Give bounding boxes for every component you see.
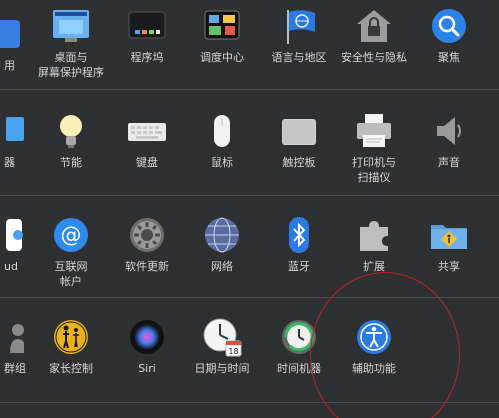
mouse-icon [202, 111, 242, 151]
pref-label: 时间机器 [277, 362, 321, 375]
pref-label: 安全性与隐私 [341, 51, 407, 64]
prefs-row-2: 器 节能 键盘 鼠标 触控板 打印机与 扫描仪 声音 [0, 97, 499, 187]
pref-bluetooth[interactable]: 蓝牙 [259, 215, 339, 274]
clock-calendar-icon: 18 [202, 317, 242, 357]
general-icon [0, 14, 24, 54]
pref-label: 键盘 [136, 156, 158, 169]
pref-mouse[interactable]: 鼠标 [182, 111, 262, 170]
pref-language-region[interactable]: 语言与地区 [259, 6, 339, 65]
puzzle-icon [354, 215, 394, 255]
globe-icon [202, 215, 242, 255]
pref-label: 程序坞 [130, 51, 164, 64]
pref-time-machine[interactable]: 时间机器 [259, 317, 339, 376]
pref-trackpad[interactable]: 触控板 [259, 111, 339, 170]
pref-label: 扩展 [363, 260, 385, 273]
pref-security-privacy[interactable]: 安全性与隐私 [334, 6, 414, 65]
pref-parental-controls[interactable]: 家长控制 [31, 317, 111, 376]
trackpad-icon [279, 111, 319, 151]
siri-icon [127, 317, 167, 357]
prefs-row-3: ud @ 互联网 帐户 软件更新 网络 蓝牙 扩展 共享 [0, 203, 499, 293]
printer-icon [354, 111, 394, 151]
pref-extensions[interactable]: 扩展 [334, 215, 414, 274]
house-lock-icon [354, 6, 394, 46]
gear-icon [127, 215, 167, 255]
pref-date-time[interactable]: 18 日期与时间 [182, 317, 262, 376]
pref-internet-accounts[interactable]: @ 互联网 帐户 [31, 215, 111, 289]
pref-siri[interactable]: Siri [107, 317, 187, 376]
pref-label: 软件更新 [125, 260, 169, 273]
pref-label: 共享 [438, 260, 460, 273]
pref-label: 日期与时间 [194, 362, 250, 375]
users-icon [0, 317, 24, 357]
row-divider [0, 195, 499, 196]
pref-label: 鼠标 [211, 156, 233, 169]
pref-label: 打印机与 扫描仪 [352, 156, 396, 184]
pref-mission-control[interactable]: 调度中心 [182, 6, 262, 65]
pref-accessibility[interactable]: 辅助功能 [334, 317, 414, 376]
pref-label: 聚焦 [438, 51, 460, 64]
pref-desktop-screensaver[interactable]: 桌面与 屏幕保护程序 [31, 6, 111, 80]
lightbulb-icon [51, 111, 91, 151]
row-divider [0, 402, 499, 403]
pref-label: 桌面与 屏幕保护程序 [38, 51, 104, 79]
pref-label: Siri [138, 362, 156, 375]
pref-label: 辅助功能 [352, 362, 396, 375]
accessibility-icon [354, 317, 394, 357]
pref-label: 声音 [438, 156, 460, 169]
at-sign-icon: @ [51, 215, 91, 255]
pref-energy-saver[interactable]: 节能 [31, 111, 111, 170]
flag-icon [279, 6, 319, 46]
pref-label: 调度中心 [200, 51, 244, 64]
speaker-icon [429, 111, 469, 151]
pref-dock[interactable]: 程序坞 [107, 6, 187, 65]
row-divider [0, 297, 499, 298]
pref-label: 蓝牙 [288, 260, 310, 273]
prefs-row-1: 用 桌面与 屏幕保护程序 程序坞 调度中心 语言与地区 安全性与隐私 聚焦 [0, 0, 499, 84]
pref-label: 触控板 [282, 156, 316, 169]
icloud-icon [0, 215, 24, 255]
pref-label: 语言与地区 [271, 51, 327, 64]
search-icon [429, 6, 469, 46]
pref-label: 互联网 帐户 [54, 260, 88, 288]
pref-label: 网络 [211, 260, 233, 273]
pref-label: 家长控制 [49, 362, 93, 375]
calendar-day-text: 18 [228, 347, 238, 356]
pref-spotlight[interactable]: 聚焦 [409, 6, 489, 65]
desktop-icon [51, 6, 91, 46]
pref-sharing[interactable]: 共享 [409, 215, 489, 274]
pref-keyboard[interactable]: 键盘 [107, 111, 187, 170]
keyboard-icon [127, 111, 167, 151]
pref-sound[interactable]: 声音 [409, 111, 489, 170]
parental-controls-icon [51, 317, 91, 357]
sharing-folder-icon [429, 215, 469, 255]
row-divider [0, 89, 499, 90]
pref-network[interactable]: 网络 [182, 215, 262, 274]
pref-label: 节能 [60, 156, 82, 169]
svg-text:@: @ [61, 223, 82, 247]
dock-icon [127, 6, 167, 46]
bluetooth-icon [279, 215, 319, 255]
time-machine-icon [279, 317, 319, 357]
display-icon [0, 111, 24, 151]
pref-software-update[interactable]: 软件更新 [107, 215, 187, 274]
pref-printers-scanners[interactable]: 打印机与 扫描仪 [334, 111, 414, 185]
mission-control-icon [202, 6, 242, 46]
